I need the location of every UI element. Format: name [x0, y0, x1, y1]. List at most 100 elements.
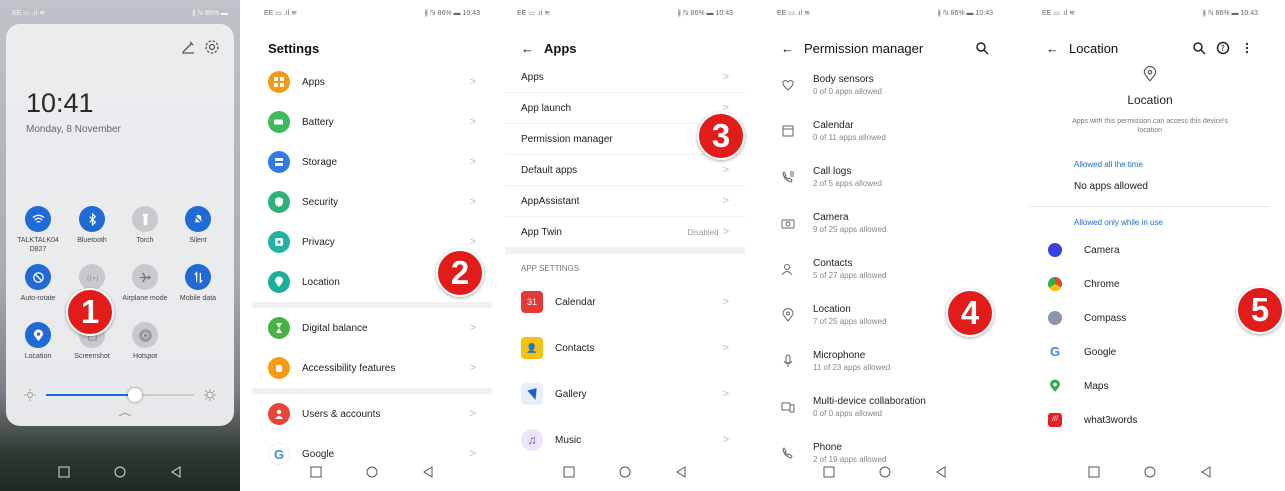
svg-text:((•)): ((•)) [86, 274, 98, 282]
section-allowed-all: Allowed all the time [1074, 159, 1143, 169]
tile-hotspot[interactable]: Hotspot [115, 322, 175, 361]
recents-icon[interactable] [1087, 465, 1101, 479]
permission-description: Apps with this permission can access thi… [1072, 118, 1228, 134]
app-setting-calendar[interactable]: 31 Calendar > [505, 279, 745, 325]
back-icon[interactable] [169, 465, 183, 479]
settings-item-digital-balance[interactable]: Digital balance > [252, 308, 492, 348]
tile-location[interactable]: Location [8, 322, 68, 361]
search-icon[interactable] [975, 41, 989, 55]
tile-auto-rotate[interactable]: Auto-rotate [8, 264, 68, 303]
recents-icon[interactable] [822, 465, 836, 479]
location-icon [782, 308, 794, 322]
edit-icon[interactable] [180, 39, 196, 55]
tile-torch[interactable]: Torch [115, 206, 175, 245]
permission-body-sensors[interactable]: Body sensors 0 of 0 apps allowed [765, 62, 1005, 108]
permission-microphone[interactable]: Microphone 11 of 23 apps allowed [765, 338, 1005, 384]
chevron-right-icon: > [469, 116, 476, 128]
settings-item-apps[interactable]: Apps > [252, 62, 492, 102]
tile-bluetooth[interactable]: Bluetooth [62, 206, 122, 245]
permission-calendar[interactable]: Calendar 0 of 11 apps allowed [765, 108, 1005, 154]
chevron-right-icon: > [722, 388, 729, 400]
app-twin-status: Disabled [687, 227, 719, 237]
nav-bar [252, 453, 492, 491]
tile-airplane[interactable]: Airplane mode [115, 264, 175, 303]
wifi-icon [32, 214, 44, 223]
settings-item-battery[interactable]: Battery > [252, 102, 492, 142]
app-what3words[interactable]: ///what3words [1030, 403, 1270, 437]
carrier-status: EE ▭ .ıl ≋ [12, 10, 46, 17]
privacy-icon [268, 231, 290, 253]
shade-handle-icon[interactable] [118, 412, 132, 417]
tile-silent[interactable]: Silent [168, 206, 228, 245]
chevron-right-icon: > [722, 226, 729, 238]
page-title: Permission manager [804, 40, 924, 56]
app-setting-gallery[interactable]: Gallery > [505, 371, 745, 417]
permission-camera[interactable]: Camera 9 of 25 apps allowed [765, 200, 1005, 246]
storage-icon [268, 151, 290, 173]
airplane-icon [139, 272, 151, 282]
settings-screen: EE ▭ .ıl ≋ ∦ ℕ 86% ▬ 10:43 Settings Apps >… [252, 0, 492, 491]
settings-item-users[interactable]: Users & accounts > [252, 394, 492, 434]
call-log-icon [782, 171, 794, 183]
app-chrome[interactable]: Chrome [1030, 267, 1270, 301]
recents-icon[interactable] [57, 465, 71, 479]
home-icon[interactable] [878, 465, 892, 479]
recents-icon[interactable] [562, 465, 576, 479]
apps-item-apps[interactable]: Apps > [505, 62, 745, 93]
search-icon[interactable] [1192, 41, 1206, 55]
back-arrow-icon[interactable]: ← [781, 41, 794, 56]
step-badge-2: 2 [436, 249, 484, 297]
permission-call-logs[interactable]: Call logs 2 of 5 apps allowed [765, 154, 1005, 200]
back-arrow-icon[interactable]: ← [1046, 41, 1059, 56]
no-apps-text: No apps allowed [1030, 175, 1270, 207]
gear-icon[interactable] [204, 39, 220, 55]
home-icon[interactable] [113, 465, 127, 479]
chevron-right-icon: > [469, 156, 476, 168]
tile-mobile-data[interactable]: Mobile data [168, 264, 228, 303]
apps-item-app-twin[interactable]: App Twin Disabled > [505, 217, 745, 248]
back-icon[interactable] [1199, 465, 1213, 479]
back-icon[interactable] [934, 465, 948, 479]
permission-contacts[interactable]: Contacts 5 of 27 apps allowed [765, 246, 1005, 292]
back-arrow-icon[interactable]: ← [521, 41, 534, 56]
apps-icon [268, 71, 290, 93]
help-icon[interactable]: ? [1216, 41, 1230, 55]
settings-item-accessibility[interactable]: Accessibility features > [252, 348, 492, 388]
app-setting-contacts[interactable]: 👤 Contacts > [505, 325, 745, 371]
tile-wifi[interactable]: TALKTALK04 D827 [8, 206, 68, 254]
status-bar: EE ▭ .ıl ≋ ∦ ℕ 86% ▬ 10:43 [517, 10, 733, 17]
settings-item-storage[interactable]: Storage > [252, 142, 492, 182]
app-maps[interactable]: Maps [1030, 369, 1270, 403]
bell-off-icon [192, 213, 204, 225]
apps-item-default-apps[interactable]: Default apps > [505, 155, 745, 186]
location-permission-screen: EE ▭ .ıl ≋ ∦ ℕ 86% ▬ 10:43 ← Location ? Lo… [1030, 0, 1270, 491]
svg-text:?: ? [1221, 44, 1225, 53]
chevron-right-icon: > [722, 71, 729, 83]
recents-icon[interactable] [309, 465, 323, 479]
hourglass-icon [268, 317, 290, 339]
brightness-knob[interactable] [127, 388, 142, 402]
shield-icon [268, 191, 290, 213]
step-badge-3: 3 [697, 112, 745, 160]
app-compass[interactable]: Compass [1030, 301, 1270, 335]
app-camera[interactable]: Camera [1030, 233, 1270, 267]
contacts-icon [781, 264, 793, 276]
settings-item-security[interactable]: Security > [252, 182, 492, 222]
rotate-lock-icon [32, 271, 44, 283]
chevron-right-icon: > [469, 362, 476, 374]
chevron-right-icon: > [722, 195, 729, 207]
back-icon[interactable] [674, 465, 688, 479]
calendar-icon [782, 125, 794, 137]
brightness-slider[interactable] [24, 387, 216, 403]
gallery-icon [521, 383, 543, 405]
permission-multi-device[interactable]: Multi-device collaboration 0 of 0 apps al… [765, 384, 1005, 430]
back-icon[interactable] [421, 465, 435, 479]
home-icon[interactable] [1143, 465, 1157, 479]
apps-item-appassistant[interactable]: AppAssistant > [505, 186, 745, 217]
home-icon[interactable] [365, 465, 379, 479]
app-google[interactable]: G Google [1030, 335, 1270, 369]
mobile-data-icon [193, 270, 203, 284]
more-options-icon[interactable] [1240, 41, 1254, 55]
home-icon[interactable] [618, 465, 632, 479]
location-icon [1143, 66, 1157, 82]
